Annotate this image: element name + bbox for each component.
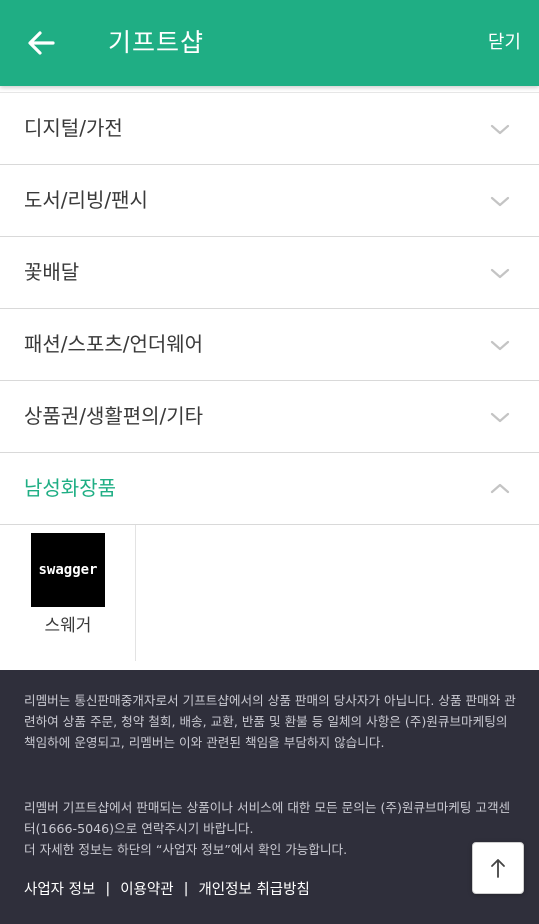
category-label: 디지털/가전	[24, 116, 123, 140]
brand-panel: swagger 스웨거	[0, 524, 539, 661]
privacy-policy-link[interactable]: 개인정보 취급방침	[198, 878, 309, 899]
chevron-down-icon	[490, 340, 510, 351]
terms-link[interactable]: 이용약관	[120, 878, 173, 899]
footer: 리멤버는 통신판매중개자로서 기프트샵에서의 상품 판매의 당사자가 아닙니다.…	[0, 670, 539, 924]
footer-contact-text: 리멤버 기프트샵에서 판매되는 상품이나 서비스에 대한 모든 문의는 (주)원…	[24, 800, 511, 836]
category-label: 패션/스포츠/언더웨어	[24, 332, 204, 356]
link-separator: |	[183, 880, 189, 897]
footer-links: 사업자 정보 | 이용약관 | 개인정보 취급방침	[24, 878, 310, 899]
page-title: 기프트샵	[108, 28, 205, 57]
category-row-digital[interactable]: 디지털/가전	[0, 92, 539, 164]
brand-tile-swagger[interactable]: swagger 스웨거	[0, 525, 136, 661]
app-bar: 기프트샵 닫기	[0, 0, 539, 86]
footer-contact-notice: 리멤버 기프트샵에서 판매되는 상품이나 서비스에 대한 모든 문의는 (주)원…	[24, 797, 518, 860]
category-label: 상품권/생활편의/기타	[24, 404, 204, 428]
chevron-down-icon	[490, 268, 510, 279]
chevron-down-icon	[490, 196, 510, 207]
category-row-flowers[interactable]: 꽃배달	[0, 236, 539, 308]
footer-notice: 리멤버는 통신판매중개자로서 기프트샵에서의 상품 판매의 당사자가 아닙니다.…	[24, 693, 516, 750]
category-row-books[interactable]: 도서/리빙/팬시	[0, 164, 539, 236]
footer-info-text: 더 자세한 정보는 하단의 “사업자 정보”에서 확인 가능합니다.	[24, 842, 348, 857]
arrow-up-icon	[491, 859, 505, 878]
back-arrow-icon[interactable]	[26, 28, 56, 58]
category-row-mens-cosmetics[interactable]: 남성화장품	[0, 452, 539, 524]
business-info-link[interactable]: 사업자 정보	[24, 878, 95, 899]
link-separator: |	[105, 880, 111, 897]
category-label: 꽃배달	[24, 260, 80, 284]
chevron-up-icon	[490, 483, 510, 494]
category-row-fashion[interactable]: 패션/스포츠/언더웨어	[0, 308, 539, 380]
scroll-to-top-button[interactable]	[472, 842, 524, 894]
category-row-vouchers[interactable]: 상품권/생활편의/기타	[0, 380, 539, 452]
brand-logo: swagger	[31, 533, 105, 607]
category-label: 남성화장품	[24, 476, 116, 500]
close-button[interactable]: 닫기	[488, 0, 521, 86]
brand-name: 스웨거	[44, 616, 92, 636]
chevron-down-icon	[490, 124, 510, 135]
category-list: 디지털/가전 도서/리빙/팬시 꽃배달 패션/스포츠/언더웨어 상품권/생활편의…	[0, 92, 539, 524]
chevron-down-icon	[490, 412, 510, 423]
category-label: 도서/리빙/팬시	[24, 188, 148, 212]
